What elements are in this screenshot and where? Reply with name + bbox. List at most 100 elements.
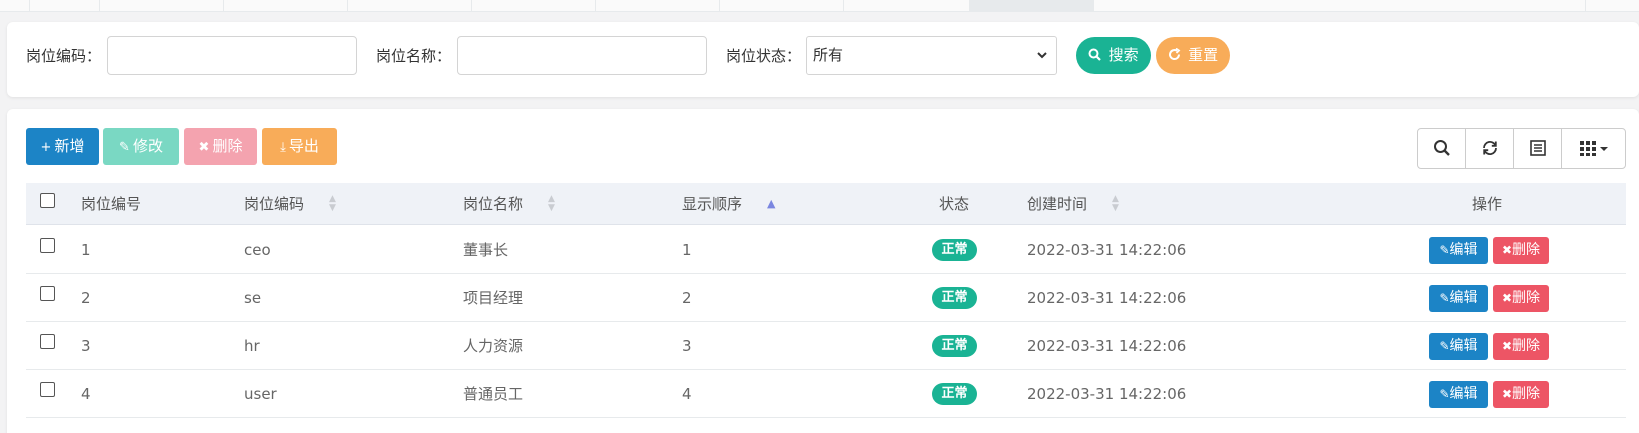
refresh-icon: [1168, 47, 1185, 64]
row-checkbox[interactable]: [40, 286, 55, 301]
search-icon: [1088, 48, 1105, 64]
post-code-label: 岗位编码：: [26, 47, 102, 65]
page-tab[interactable]: [844, 0, 970, 12]
refresh-icon: [1481, 138, 1499, 159]
column-header-post-name[interactable]: 岗位名称: [463, 183, 523, 225]
row-edit-button[interactable]: ✎编辑: [1429, 381, 1488, 408]
tab-scroll-left[interactable]: [0, 0, 30, 12]
cell-post-name: 项目经理: [463, 289, 524, 307]
status-badge: 正常: [932, 239, 977, 261]
row-edit-button[interactable]: ✎编辑: [1429, 333, 1488, 360]
edit-button[interactable]: ✎ 修改: [103, 128, 179, 165]
cell-post-name: 人力资源: [463, 337, 524, 355]
row-checkbox[interactable]: [40, 334, 55, 349]
page-tab[interactable]: [472, 0, 596, 12]
plus-icon: +: [40, 140, 52, 155]
row-edit-label: 编辑: [1449, 242, 1478, 258]
cell-display-order: 4: [682, 385, 692, 403]
table-refresh-button[interactable]: [1466, 129, 1514, 168]
cell-post-name: 董事长: [463, 241, 509, 259]
row-edit-button[interactable]: ✎编辑: [1429, 237, 1488, 264]
export-button[interactable]: ⤓ 导出: [262, 128, 337, 165]
row-delete-button[interactable]: ✖删除: [1493, 237, 1549, 264]
table-columns-button[interactable]: [1562, 129, 1625, 168]
column-header-status: 状态: [939, 195, 970, 213]
close-icon: ✖: [198, 140, 210, 155]
cell-post-name: 普通员工: [463, 385, 524, 403]
sort-asc-icon[interactable]: ▲: [767, 198, 775, 209]
row-edit-label: 编辑: [1449, 386, 1478, 402]
cell-post-id: 4: [81, 385, 91, 403]
cell-post-code: se: [244, 289, 262, 307]
table-row: 3 hr 人力资源 3 正常 2022-03-31 14:22:06 ✎编辑 ✖…: [26, 322, 1626, 370]
row-delete-button[interactable]: ✖删除: [1493, 333, 1549, 360]
cell-display-order: 3: [682, 337, 692, 355]
tab-scroll-right[interactable]: [1548, 0, 1586, 12]
list-view-icon: [1529, 138, 1547, 159]
table-toggle-view-button[interactable]: [1514, 129, 1562, 168]
add-button-label: 新增: [54, 137, 85, 155]
page-tab[interactable]: [224, 0, 348, 12]
edit-button-label: 修改: [132, 137, 163, 155]
add-button[interactable]: + 新增: [26, 128, 99, 165]
status-badge: 正常: [932, 383, 977, 405]
close-icon: ✖: [1501, 291, 1513, 305]
sort-icon[interactable]: ▲ ▼: [548, 195, 555, 213]
page-tab-strip: [0, 0, 1639, 12]
row-delete-button[interactable]: ✖删除: [1493, 285, 1549, 312]
edit-icon: ✎: [1439, 339, 1450, 353]
cell-created-time: 2022-03-31 14:22:06: [1027, 385, 1187, 403]
cell-post-code: hr: [244, 337, 260, 355]
edit-icon: ✎: [1439, 291, 1450, 305]
row-edit-button[interactable]: ✎编辑: [1429, 285, 1488, 312]
post-name-input[interactable]: [457, 36, 707, 75]
select-all-checkbox[interactable]: [40, 193, 55, 208]
edit-icon: ✎: [119, 140, 130, 155]
cell-created-time: 2022-03-31 14:22:06: [1027, 337, 1187, 355]
post-status-select[interactable]: 所有: [806, 36, 1057, 75]
column-header-post-id[interactable]: 岗位编号: [81, 183, 141, 225]
row-checkbox[interactable]: [40, 238, 55, 253]
column-header-created-time[interactable]: 创建时间: [1027, 183, 1087, 225]
page-tab[interactable]: [596, 0, 720, 12]
search-button-label: 搜索: [1108, 46, 1139, 64]
post-code-input[interactable]: [107, 36, 357, 75]
export-button-label: 导出: [288, 137, 319, 155]
page-tab[interactable]: [100, 0, 224, 12]
row-delete-button[interactable]: ✖删除: [1493, 381, 1549, 408]
column-header-display-order[interactable]: 显示顺序: [682, 183, 742, 225]
edit-icon: ✎: [1439, 387, 1450, 401]
post-status-selected: 所有: [813, 46, 844, 64]
cell-post-id: 3: [81, 337, 91, 355]
close-icon: ✖: [1501, 387, 1513, 401]
table-row: 1 ceo 董事长 1 正常 2022-03-31 14:22:06 ✎编辑 ✖…: [26, 226, 1626, 274]
edit-icon: ✎: [1439, 243, 1450, 257]
cell-display-order: 1: [682, 241, 692, 259]
sort-icon[interactable]: ▲ ▼: [1112, 195, 1119, 213]
chevron-down-icon: [1036, 37, 1048, 89]
page-tab[interactable]: [30, 0, 100, 12]
post-name-label: 岗位名称：: [376, 47, 452, 65]
columns-grid-icon: [1579, 139, 1609, 158]
page-tab-active[interactable]: [970, 0, 1094, 12]
sort-icon[interactable]: ▲ ▼: [329, 195, 336, 213]
row-delete-label: 删除: [1512, 290, 1541, 306]
row-delete-label: 删除: [1512, 338, 1541, 354]
row-checkbox[interactable]: [40, 382, 55, 397]
close-icon: ✖: [1501, 339, 1513, 353]
search-icon: [1433, 138, 1451, 159]
page-tab[interactable]: [720, 0, 844, 12]
column-header-post-code[interactable]: 岗位编码: [244, 183, 304, 225]
close-icon: ✖: [1501, 243, 1513, 257]
table-search-button[interactable]: [1418, 129, 1466, 168]
cell-post-id: 1: [81, 241, 91, 259]
cell-post-code: user: [244, 385, 277, 403]
search-button[interactable]: 搜索: [1076, 37, 1151, 74]
table-row: 2 se 项目经理 2 正常 2022-03-31 14:22:06 ✎编辑 ✖…: [26, 274, 1626, 322]
page-tab[interactable]: [348, 0, 472, 12]
delete-button-label: 删除: [212, 137, 243, 155]
reset-button[interactable]: 重置: [1156, 37, 1230, 74]
table-tools: [1417, 128, 1626, 169]
delete-button[interactable]: ✖ 删除: [184, 128, 257, 165]
row-delete-label: 删除: [1512, 386, 1541, 402]
